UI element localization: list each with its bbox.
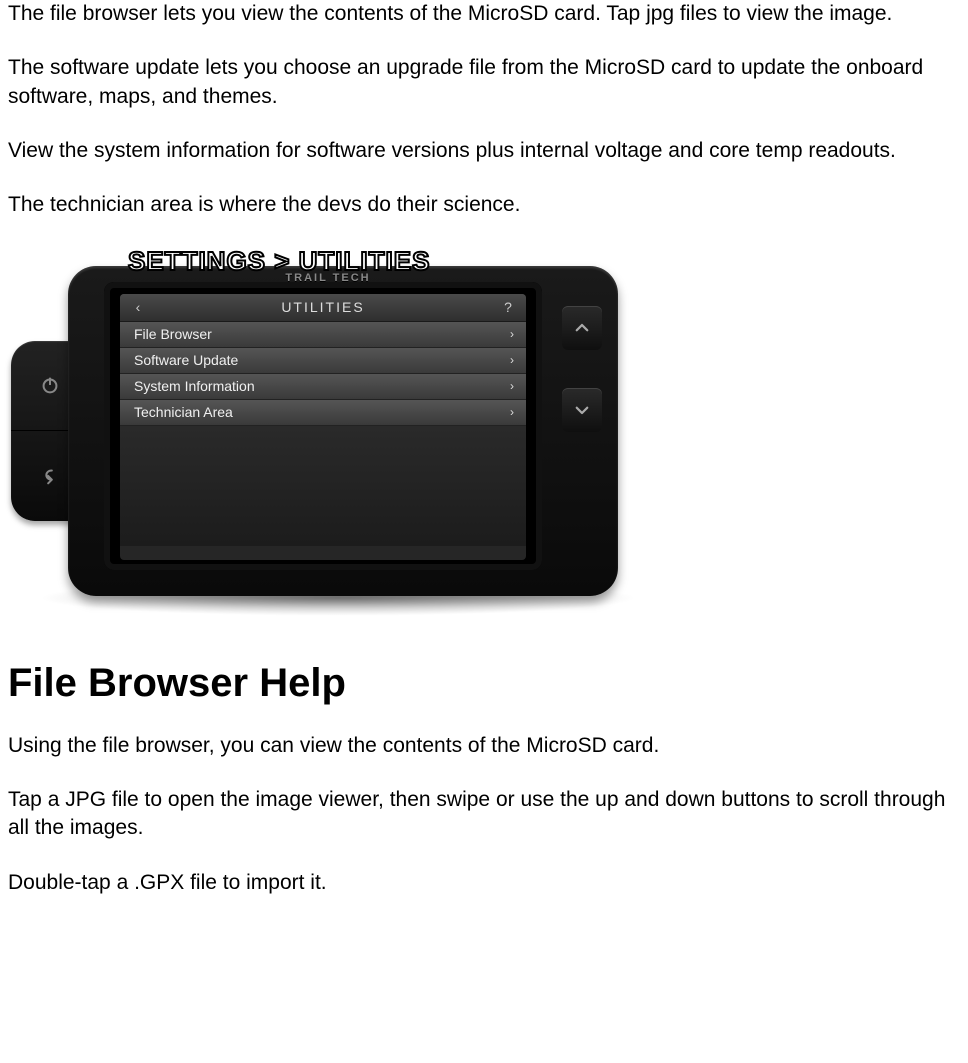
menu-label: File Browser: [134, 325, 212, 344]
heading-file-browser-help: File Browser Help: [8, 656, 960, 710]
paragraph-fb-jpg: Tap a JPG file to open the image viewer,…: [8, 786, 960, 843]
header-help-icon[interactable]: ?: [500, 298, 516, 317]
paragraph-system-info: View the system information for software…: [8, 137, 960, 165]
header-title: UTILITIES: [146, 298, 500, 317]
right-button-cluster: [562, 306, 602, 432]
chevron-right-icon: ›: [510, 326, 514, 342]
device-screen: ‹ UTILITIES ? File Browser › Software Up…: [120, 294, 526, 560]
figure-caption: SETTINGS > UTILITIES: [128, 244, 430, 279]
chevron-right-icon: ›: [510, 378, 514, 394]
menu-item-system-information[interactable]: System Information ›: [120, 374, 526, 400]
chevron-right-icon: ›: [510, 404, 514, 420]
paragraph-software-update: The software update lets you choose an u…: [8, 54, 960, 111]
menu-label: System Information: [134, 377, 255, 396]
paragraph-file-browser: The file browser lets you view the conte…: [8, 0, 960, 28]
chevron-right-icon: ›: [510, 352, 514, 368]
menu-label: Software Update: [134, 351, 238, 370]
paragraph-fb-intro: Using the file browser, you can view the…: [8, 732, 960, 760]
screen-header: ‹ UTILITIES ?: [120, 294, 526, 322]
menu-label: Technician Area: [134, 403, 233, 422]
scroll-up-button[interactable]: [562, 306, 602, 350]
header-back-icon[interactable]: ‹: [130, 298, 146, 317]
paragraph-fb-gpx: Double-tap a .GPX file to import it.: [8, 869, 960, 897]
menu-item-software-update[interactable]: Software Update ›: [120, 348, 526, 374]
gps-device: TRAIL TECH ‹ UTILITIES ? File Browser › …: [8, 246, 648, 616]
screen-empty-area: [120, 426, 526, 546]
device-figure: SETTINGS > UTILITIES TRAIL TECH ‹ UTILIT…: [8, 246, 648, 616]
menu-item-technician-area[interactable]: Technician Area ›: [120, 400, 526, 426]
menu-item-file-browser[interactable]: File Browser ›: [120, 322, 526, 348]
scroll-down-button[interactable]: [562, 388, 602, 432]
paragraph-technician: The technician area is where the devs do…: [8, 191, 960, 219]
